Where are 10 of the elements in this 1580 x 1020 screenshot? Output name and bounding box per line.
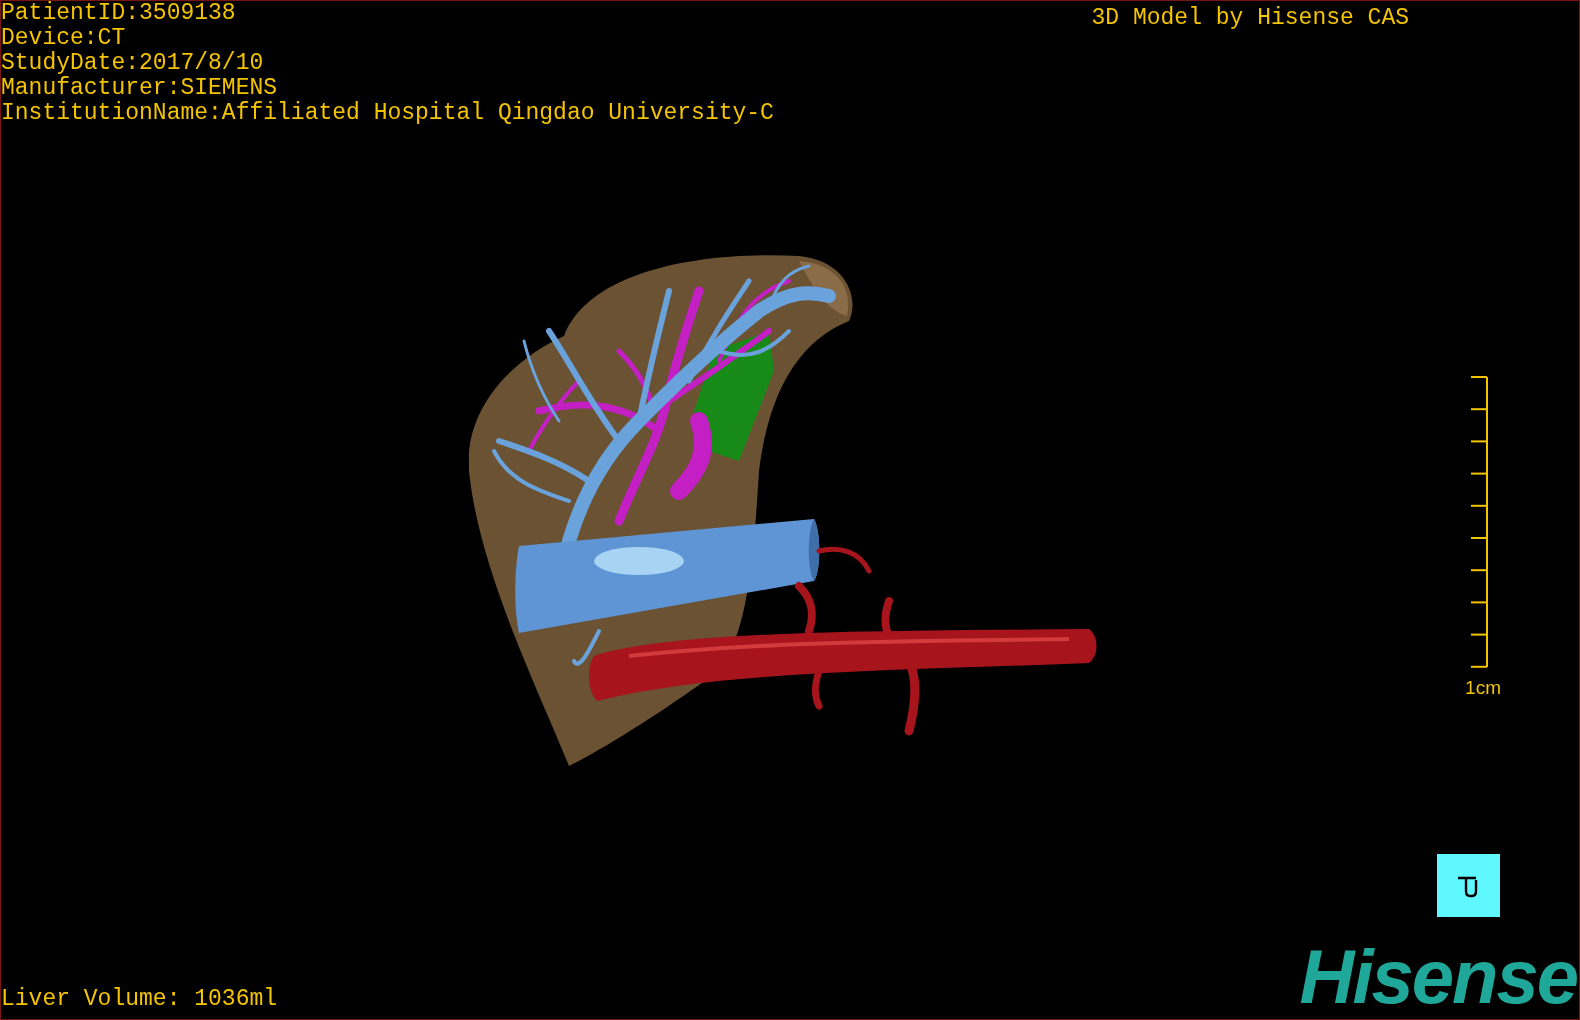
scale-label: 1cm [1465,677,1501,699]
liver-volume: Liver Volume: 1036ml [1,985,278,1013]
view-toggle-button[interactable] [1437,854,1500,917]
info-text: InstitutionName:Affiliated Hospital Qingdao University-C [1,101,774,126]
info-text: PatientID:3509138 [1,1,237,26]
info-text: Manufacturer:SIEMENS [1,76,279,101]
info-text: StudyDate:2017/8/10 [1,51,265,76]
info-text: Device:CT [1,26,127,51]
model-title: 3D Model by Hisense CAS [1091,4,1409,33]
brand-logo: Hisense [1299,937,1577,1017]
